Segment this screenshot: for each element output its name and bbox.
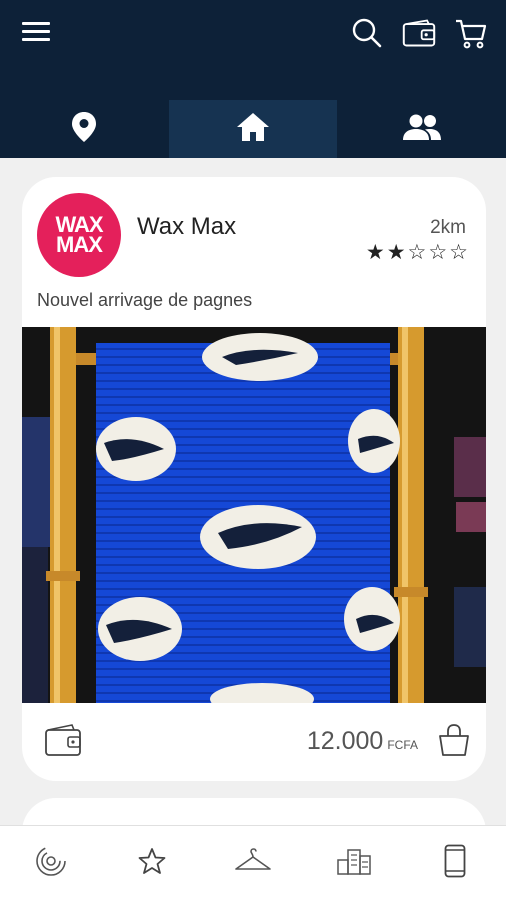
star-empty-icon: ☆ xyxy=(407,241,427,264)
hanger-icon xyxy=(234,847,272,879)
wallet-icon[interactable] xyxy=(402,16,436,50)
price-value: 12.000 xyxy=(306,727,384,755)
shop-logo[interactable]: WAX MAX xyxy=(37,193,121,277)
post-description: Nouvel arrivage de pagnes xyxy=(37,290,253,310)
tab-home[interactable] xyxy=(168,100,338,158)
star-filled-icon: ★ xyxy=(386,241,406,264)
spiral-icon xyxy=(34,844,68,883)
star-icon xyxy=(137,846,167,881)
buildings-icon xyxy=(336,846,372,881)
top-bar xyxy=(0,0,506,158)
nav-favorites[interactable] xyxy=(127,838,177,888)
star-empty-icon: ☆ xyxy=(449,241,468,264)
rating-stars: ★ ★ ☆ ☆ ☆ xyxy=(366,242,468,264)
top-actions xyxy=(350,16,488,50)
tab-location[interactable] xyxy=(0,100,169,158)
product-photo[interactable] xyxy=(22,327,486,703)
star-empty-icon: ☆ xyxy=(428,241,448,264)
post-card[interactable]: WAX MAX Wax Max 2km ★ ★ ☆ ☆ ☆ Nouvel arr… xyxy=(22,177,486,781)
nav-devices[interactable] xyxy=(430,838,480,888)
price-currency: FCFA xyxy=(387,738,418,752)
phone-icon xyxy=(444,844,466,883)
wallet-icon[interactable] xyxy=(44,722,84,758)
distance-label: 2km xyxy=(430,217,466,238)
star-filled-icon: ★ xyxy=(365,241,385,264)
menu-icon[interactable] xyxy=(22,18,52,48)
main-tabs xyxy=(0,100,506,158)
location-pin-icon xyxy=(71,111,97,148)
bottom-nav xyxy=(0,825,506,900)
people-icon xyxy=(401,112,443,147)
nav-shops[interactable] xyxy=(329,838,379,888)
tab-people[interactable] xyxy=(337,100,506,158)
nav-feed[interactable] xyxy=(26,838,76,888)
price: 12.000 FCFA xyxy=(307,727,418,756)
cart-icon[interactable] xyxy=(454,16,488,50)
search-icon[interactable] xyxy=(350,16,384,50)
shopping-bag-icon[interactable] xyxy=(436,722,472,758)
nav-clothing[interactable] xyxy=(228,838,278,888)
shop-name[interactable]: Wax Max xyxy=(137,213,236,241)
home-icon xyxy=(235,111,271,148)
